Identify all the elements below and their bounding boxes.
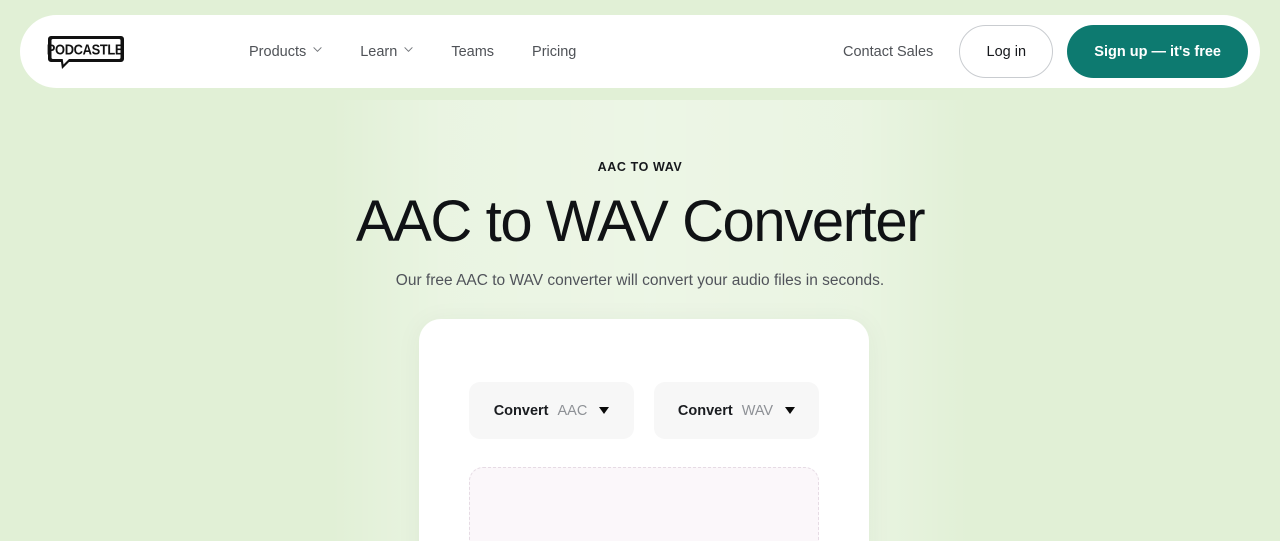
hero-subtitle: Our free AAC to WAV converter will conve… [395, 271, 885, 289]
nav-item-products[interactable]: Products [230, 36, 341, 68]
header-actions: Contact Sales Log in Sign up — it's free [829, 25, 1248, 78]
main-navigation: Products Learn Teams Pricing [230, 36, 595, 68]
chevron-down-icon [599, 407, 610, 414]
source-format-value: AAC [557, 402, 588, 419]
contact-sales-link[interactable]: Contact Sales [829, 36, 947, 68]
target-format-value: WAV [741, 402, 774, 419]
nav-item-label: Teams [451, 43, 495, 60]
login-button[interactable]: Log in [959, 25, 1054, 78]
chevron-down-icon [313, 45, 322, 54]
target-format-dropdown[interactable]: Convert WAV [654, 382, 819, 439]
chevron-down-icon [404, 45, 413, 54]
site-header: PODCASTLE Products Learn Teams Pricing C… [20, 15, 1260, 88]
target-format-label: Convert [677, 402, 733, 419]
nav-item-pricing[interactable]: Pricing [513, 36, 595, 68]
nav-item-label: Pricing [532, 43, 577, 60]
podcastle-logo[interactable]: PODCASTLE [46, 35, 124, 69]
signup-button[interactable]: Sign up — it's free [1067, 25, 1248, 78]
converter-card: Convert AAC Convert WAV Upload File [419, 319, 869, 541]
nav-item-label: Learn [360, 43, 398, 60]
file-upload-dropzone[interactable]: Upload File [469, 467, 819, 541]
podcastle-logo-icon: PODCASTLE [47, 35, 124, 69]
hero-section: AAC TO WAV AAC to WAV Converter Our free… [0, 160, 1280, 291]
format-selectors: Convert AAC Convert WAV [469, 382, 819, 439]
nav-item-learn[interactable]: Learn [341, 36, 432, 68]
source-format-label: Convert [493, 402, 549, 419]
nav-item-label: Products [249, 43, 307, 60]
nav-item-teams[interactable]: Teams [432, 36, 513, 68]
upload-file-label: Upload File [601, 499, 687, 541]
page-title: AAC to WAV Converter [355, 189, 926, 254]
svg-text:PODCASTLE: PODCASTLE [47, 40, 123, 57]
hero-eyebrow: AAC TO WAV [597, 160, 683, 174]
chevron-down-icon [785, 407, 796, 414]
source-format-dropdown[interactable]: Convert AAC [469, 382, 634, 439]
